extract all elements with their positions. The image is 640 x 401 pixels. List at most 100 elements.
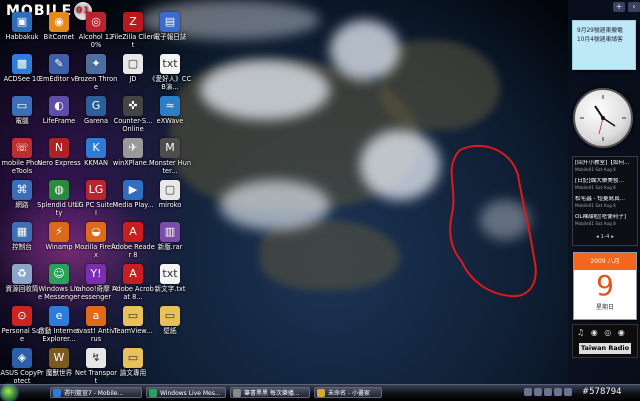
icon-filezilla-glyph-icon: Z [123,12,143,32]
taskbar-button[interactable]: 週刊藍宣7 - Mobile... [50,387,142,398]
sticky-note-gadget[interactable]: 9月29號週東搬電 10月4號週東請客 [572,20,636,70]
icon-warcraft-glyph-icon: W [49,348,69,368]
icon-ultraedit[interactable]: ▤ 電子報日誌 [148,12,192,60]
icon-lg-pc-suite-glyph-icon: LG [86,180,106,200]
icon-folder-2-glyph-icon: ▭ [123,348,143,368]
start-button[interactable] [1,385,17,401]
icon-text-file[interactable]: txt 新文字.txt [148,264,192,312]
feed-item-title: OL裸甜粒[吃便利子] [575,214,627,220]
messenger-icon [149,389,157,397]
feed-item-source: Mobile01 Sat Aug 8 [575,221,616,226]
icon-asus-copyprotect-glyph-icon: ◈ [12,348,32,368]
taiwan-radio-gadget[interactable]: ♫ ◉ ◎ ◉ Taiwan Radio [572,324,638,358]
clock-gadget[interactable] [573,88,633,148]
desktop-icon-label: 新版.rar [157,243,183,251]
radio-control-icons[interactable]: ♫ ◉ ◎ ◉ [577,328,627,337]
icon-yahoo-messenger-glyph-icon: Y! [86,264,106,284]
feed-item-title: [回升小教室]【如何... [575,160,630,166]
paint-icon [317,389,325,397]
icon-miroko[interactable]: ▢ miroko [148,180,192,228]
icon-firefox-glyph-icon: ◒ [86,222,106,242]
sidebar-toolbar: + ‹ [570,2,640,14]
tray-icon[interactable] [534,388,542,396]
icon-folder-1-glyph-icon: ▭ [160,306,180,326]
icon-windows-live-messenger-glyph-icon: ☺ [49,264,69,284]
icon-computer-glyph-icon: ▭ [12,96,32,116]
icon-lifeframe-glyph-icon: ◐ [49,96,69,116]
feed-item-title: [日記]爛大樂美發... [575,178,624,184]
icon-network-glyph-icon: ⌘ [12,180,32,200]
icon-adobe-reader-glyph-icon: A [123,222,143,242]
icon-acdsee-glyph-icon: ▩ [12,54,32,74]
icon-ultraedit-glyph-icon: ▤ [160,12,180,32]
tray-icon[interactable] [554,388,562,396]
icon-personal-safe-glyph-icon: ⊙ [12,306,32,326]
icon-winxplane-glyph-icon: ✈ [123,138,143,158]
system-tray [524,388,572,398]
taskbar-button[interactable]: 筆書黑黑 每次樂播... [230,387,310,398]
desktop-icon-label: miroko [158,201,182,209]
radio-label: Taiwan Radio [579,343,631,354]
feed-item[interactable]: [回升小教室]【如何... Mobile01 Sat Aug 8 [575,160,635,177]
tray-icon[interactable] [544,388,552,396]
feed-item[interactable]: [日記]爛大樂美發... Mobile01 Sat Aug 8 [575,178,635,195]
desktop-icon-label: Monster Hunter... [148,159,192,175]
desktop-icon-label: 新文字.txt [154,285,186,293]
icon-garena-glyph-icon: G [86,96,106,116]
sidebar-nav-button[interactable]: ‹ [628,2,640,12]
taskbar-button-label: 筆書黑黑 每次樂播... [244,390,300,397]
calendar-weekday: 星期日 [595,304,614,311]
feed-item[interactable]: OL裸甜粒[吃便利子] Mobile01 Sat Aug 8 [575,214,635,231]
icon-wave-glyph-icon: ≈ [160,96,180,116]
icon-kkman-glyph-icon: K [86,138,106,158]
icon-avast-glyph-icon: a [86,306,106,326]
watermark-id: #5787​94 [582,387,622,397]
feed-item-source: Mobile01 Sat Aug 8 [575,167,616,172]
icon-jd-glyph-icon: ▢ [123,54,143,74]
icon-recycle-bin-glyph-icon: ♻ [12,264,32,284]
tray-icon[interactable] [524,388,532,396]
icon-monster-hunter[interactable]: M Monster Hunter... [148,138,192,186]
icon-ccb[interactable]: txt 《愛好人》CCB演... [148,54,192,102]
icon-nero-express-glyph-icon: N [49,138,69,158]
icon-ccb-glyph-icon: txt [160,54,180,74]
icon-winrar[interactable]: ▥ 新版.rar [148,222,192,270]
calendar-day: 9 [596,269,614,302]
taskbar-button[interactable]: 未命名 - 小畫家 [314,387,382,398]
icon-winrar-glyph-icon: ▥ [160,222,180,242]
tray-icon[interactable] [564,388,572,396]
icon-adobe-acrobat-glyph-icon: A [123,264,143,284]
ie-icon [53,389,61,397]
desktop-icon-label: 《愛好人》CCB演... [148,75,192,91]
window-icon [233,389,241,397]
taskbar-button-label: 週刊藍宣7 - Mobile... [64,390,124,397]
calendar-gadget[interactable]: 2009 八月 9 星期日 [573,252,637,320]
icon-alcohol-glyph-icon: ◎ [86,12,106,32]
icon-mobile-phonetools-glyph-icon: ☏ [12,138,32,158]
feed-item[interactable]: 松毛蟲 - 短菱寫真... Mobile01 Sat Aug 8 [575,196,635,213]
icon-text-file-glyph-icon: txt [160,264,180,284]
icon-emeditor-glyph-icon: ✎ [49,54,69,74]
sticky-note-text: 9月29號週東搬電 10月4號週東請客 [577,28,623,43]
icon-miroko-glyph-icon: ▢ [160,180,180,200]
taskbar-button-label: Windows Live Mes... [160,390,221,397]
icon-teamviewer-glyph-icon: ▭ [123,306,143,326]
feed-headlines-gadget: [回升小教室]【如何... Mobile01 Sat Aug 8 [日記]爛大樂… [572,156,638,246]
desktop-icon-label: eXWave [156,117,184,125]
desktop-icon-label: 壁紙 [163,327,177,335]
icon-wave[interactable]: ≈ eXWave [148,96,192,144]
icon-monster-hunter-glyph-icon: M [160,138,180,158]
icon-folder-1[interactable]: ▭ 壁紙 [148,306,192,354]
icon-media-player-glyph-icon: ▶ [123,180,143,200]
taskbar: 週刊藍宣7 - Mobile... Windows Live Mes... 筆書… [0,384,640,401]
sidebar-add-button[interactable]: + [613,2,625,12]
icon-counter-strike-glyph-icon: ✜ [123,96,143,116]
icon-frozen-throne-glyph-icon: ✦ [86,54,106,74]
clock-face-icon [580,95,626,141]
feed-pager[interactable]: ◂ 1-4 ▸ [589,233,621,242]
calendar-month: 2009 八月 [574,253,636,270]
taskbar-button[interactable]: Windows Live Mes... [146,387,226,398]
feed-item-source: Mobile01 Sat Aug 8 [575,185,616,190]
icon-splendid-utility-glyph-icon: ◍ [49,180,69,200]
icon-internet-explorer-glyph-icon: e [49,306,69,326]
